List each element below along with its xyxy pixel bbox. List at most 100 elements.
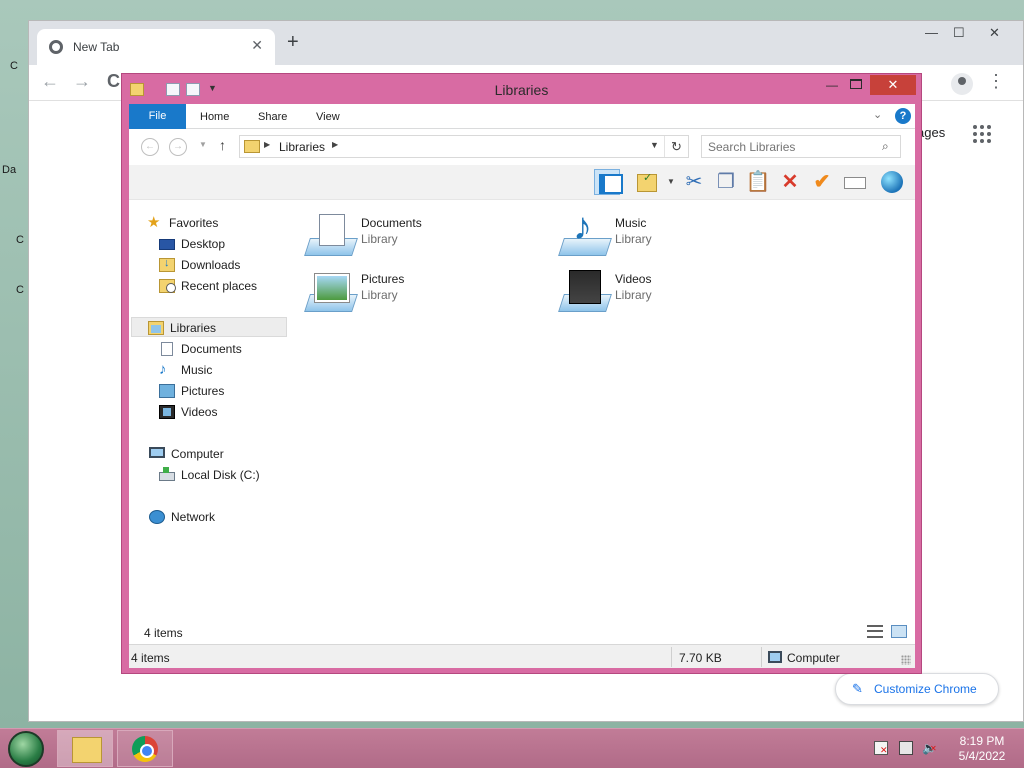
- search-input[interactable]: [708, 139, 874, 154]
- explorer-close-button[interactable]: ✕: [870, 75, 916, 95]
- nav-downloads[interactable]: Downloads: [159, 255, 287, 275]
- copy-button[interactable]: ❐: [713, 169, 739, 195]
- recent-places-icon: [159, 279, 176, 293]
- resize-grip-icon[interactable]: [901, 655, 911, 665]
- nav-videos[interactable]: Videos: [159, 402, 287, 422]
- library-type: Library: [361, 232, 398, 246]
- up-button[interactable]: ↑: [219, 137, 226, 153]
- tab-new-tab[interactable]: New Tab ✕: [37, 29, 275, 65]
- explorer-minimize-button[interactable]: —: [826, 78, 838, 92]
- network-icon: [149, 510, 165, 524]
- paste-button[interactable]: 📋: [745, 169, 771, 195]
- tab-title: New Tab: [73, 40, 120, 54]
- globe-icon[interactable]: [879, 169, 905, 195]
- pictures-library-icon: [307, 270, 355, 314]
- computer-icon: [149, 447, 165, 458]
- tab-share[interactable]: Share: [258, 111, 287, 123]
- nav-item-label: Videos: [181, 405, 218, 419]
- refresh-button[interactable]: ↻: [664, 136, 688, 157]
- nav-documents[interactable]: Documents: [159, 339, 287, 359]
- address-bar[interactable]: ▶ Libraries ▶ ▼ ↻: [239, 135, 689, 158]
- libraries-icon: [244, 140, 260, 153]
- chrome-close-button[interactable]: ✕: [989, 25, 1000, 41]
- library-item-videos[interactable]: Videos Library: [553, 266, 753, 316]
- chrome-back-button[interactable]: ←: [41, 71, 59, 92]
- volume-muted-icon[interactable]: 🔈: [922, 741, 937, 755]
- delete-button[interactable]: ✕: [777, 169, 803, 195]
- customize-chrome-button[interactable]: ✎ Customize Chrome: [835, 673, 999, 705]
- library-type: Library: [615, 288, 652, 302]
- desktop-icon-label[interactable]: Da: [2, 164, 26, 176]
- library-name: Pictures: [361, 272, 405, 286]
- chrome-forward-button[interactable]: →: [73, 71, 91, 92]
- library-type: Library: [361, 288, 398, 302]
- expand-ribbon-icon[interactable]: ⌄: [873, 108, 882, 121]
- cut-button[interactable]: ✂: [681, 169, 707, 195]
- status-location: Computer: [787, 651, 840, 665]
- computer-icon: [768, 651, 782, 663]
- nav-item-label: Music: [181, 363, 213, 377]
- chrome-reload-button[interactable]: C: [107, 71, 120, 92]
- recent-locations-dropdown-icon[interactable]: ▼: [199, 140, 207, 149]
- taskbar-file-explorer-button[interactable]: [57, 730, 113, 767]
- preview-pane-button[interactable]: [594, 169, 623, 195]
- status-bar: 4 items 7.70 KB Computer: [129, 644, 915, 668]
- new-tab-button[interactable]: +: [287, 31, 299, 54]
- tab-close-icon[interactable]: ✕: [251, 37, 263, 54]
- nav-local-disk[interactable]: Local Disk (C:): [159, 465, 287, 485]
- desktop-icon: [159, 239, 175, 250]
- nav-computer[interactable]: Computer: [149, 444, 287, 464]
- profile-avatar-icon[interactable]: [951, 73, 973, 95]
- rename-button[interactable]: [841, 169, 867, 195]
- ribbon-tabs: File Home Share View ⌄ ?: [129, 104, 915, 129]
- details-view-icon[interactable]: [867, 625, 883, 638]
- tab-file[interactable]: File: [129, 104, 186, 129]
- system-clock[interactable]: 8:19 PM 5/4/2022: [950, 734, 1014, 764]
- help-icon[interactable]: ?: [895, 108, 911, 124]
- explorer-maximize-button[interactable]: [850, 79, 862, 89]
- folder-options-button[interactable]: [633, 169, 659, 195]
- network-tray-icon[interactable]: [899, 741, 913, 755]
- nav-libraries[interactable]: Libraries: [131, 317, 287, 337]
- nav-item-label: Favorites: [169, 216, 219, 230]
- tab-home[interactable]: Home: [200, 111, 229, 123]
- properties-button[interactable]: ✔: [809, 169, 835, 195]
- library-item-music[interactable]: Music Library: [553, 206, 753, 260]
- google-apps-icon[interactable]: [973, 125, 991, 143]
- search-icon[interactable]: ⌕: [882, 139, 889, 154]
- nav-item-label: Local Disk (C:): [181, 468, 260, 482]
- library-item-documents[interactable]: Documents Library: [299, 210, 499, 260]
- nav-pictures[interactable]: Pictures: [159, 381, 287, 401]
- search-box[interactable]: ⌕: [701, 135, 901, 158]
- action-center-flag-icon[interactable]: [874, 741, 888, 756]
- explorer-window: ▼ Libraries — ✕ File Home Share View ⌄ ?…: [121, 73, 922, 674]
- videos-library-icon: [561, 270, 609, 314]
- tab-view[interactable]: View: [316, 111, 340, 123]
- nav-favorites[interactable]: ★ Favorites: [147, 213, 287, 233]
- breadcrumb-separator-icon[interactable]: ▶: [264, 140, 270, 149]
- chrome-maximize-button[interactable]: ☐: [953, 25, 965, 41]
- folder-options-dropdown-icon[interactable]: ▼: [667, 177, 675, 186]
- chrome-menu-icon[interactable]: ⋮: [987, 71, 1005, 92]
- breadcrumb-libraries[interactable]: Libraries: [279, 140, 325, 154]
- explorer-body: File Home Share View ⌄ ? ← → ▼ ↑ ▶ Libra…: [129, 104, 915, 668]
- address-dropdown-icon[interactable]: ▼: [650, 140, 659, 150]
- library-name: Documents: [361, 216, 422, 230]
- nav-recent-places[interactable]: Recent places: [159, 276, 287, 296]
- taskbar-chrome-button[interactable]: [117, 730, 173, 767]
- library-item-pictures[interactable]: Pictures Library: [299, 266, 499, 316]
- chrome-minimize-button[interactable]: —: [925, 25, 938, 40]
- large-icons-view-icon[interactable]: [891, 625, 907, 638]
- libraries-icon: [148, 321, 164, 335]
- status-divider: [761, 647, 762, 667]
- nav-desktop[interactable]: Desktop: [159, 234, 287, 254]
- nav-item-label: Network: [171, 510, 216, 524]
- content-pane: Documents Library Music Library Pictures…: [299, 200, 915, 620]
- explorer-titlebar[interactable]: ▼ Libraries — ✕: [122, 74, 921, 104]
- start-button[interactable]: [8, 731, 44, 767]
- breadcrumb-separator-icon[interactable]: ▶: [332, 140, 338, 149]
- forward-button[interactable]: →: [169, 138, 187, 156]
- nav-network[interactable]: Network: [149, 507, 287, 527]
- back-button[interactable]: ←: [141, 138, 159, 156]
- nav-music[interactable]: ♪ Music: [159, 360, 287, 380]
